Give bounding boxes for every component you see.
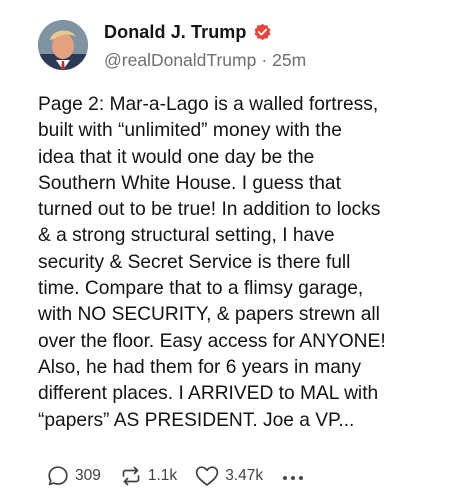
reply-button[interactable]: 309: [46, 464, 101, 488]
verified-badge-icon: [253, 23, 272, 42]
post-body-line: time. Compare that to a flimsy garage,: [38, 278, 364, 300]
meta-separator: ·: [261, 50, 268, 70]
post-body-line: over the floor. Easy access for ANYONE!: [38, 330, 386, 352]
repost-arrows-icon: [122, 466, 140, 486]
post-card: Donald J. Trump @realDonaldTrump · 25m Pag…: [0, 0, 463, 500]
author-line: Donald J. Trump: [104, 20, 272, 44]
post-timestamp[interactable]: 25m: [272, 50, 306, 70]
post-body-line: idea that it would one day be the: [38, 146, 315, 168]
more-options-button[interactable]: [283, 464, 304, 488]
post-body: Page 2: Mar-a-Lago is a walled fortress,…: [38, 92, 438, 434]
post-body-line: built with “unlimited” money with the: [38, 120, 342, 142]
post-body-line: “papers” AS PRESIDENT. Joe a VP...: [38, 409, 355, 431]
post-actions: 309 1.1k 3.47k: [46, 461, 304, 491]
post-body-line: security & Secret Service is there full: [38, 251, 351, 273]
post-body-line: with NO SECURITY, & papers strewn all: [38, 304, 380, 326]
post-body-line: Page 2: Mar-a-Lago is a walled fortress,: [38, 94, 379, 115]
avatar-photo: [38, 20, 88, 70]
repost-button[interactable]: 1.1k: [119, 464, 177, 488]
author-avatar[interactable]: [38, 20, 88, 70]
repost-count: 1.1k: [147, 467, 178, 484]
post-meta: @realDonaldTrump · 25m: [104, 50, 306, 71]
author-handle[interactable]: @realDonaldTrump: [104, 50, 256, 70]
reply-count: 309: [75, 467, 101, 484]
speech-bubble-icon: [48, 466, 68, 486]
more-dots-icon: [283, 476, 304, 480]
like-button[interactable]: 3.47k: [194, 464, 263, 488]
post-body-line: turned out to be true! In addition to lo…: [38, 199, 381, 221]
author-display-name[interactable]: Donald J. Trump: [104, 22, 247, 43]
like-count: 3.47k: [225, 467, 264, 484]
post-body-line: different places. I ARRIVED to MAL with: [38, 383, 379, 405]
heart-icon: [195, 466, 219, 486]
post-body-line: Southern White House. I guess that: [38, 172, 341, 194]
post-body-line: Also, he had them for 6 years in many: [38, 356, 362, 378]
post-body-line: & a strong structural setting, I have: [38, 225, 335, 247]
